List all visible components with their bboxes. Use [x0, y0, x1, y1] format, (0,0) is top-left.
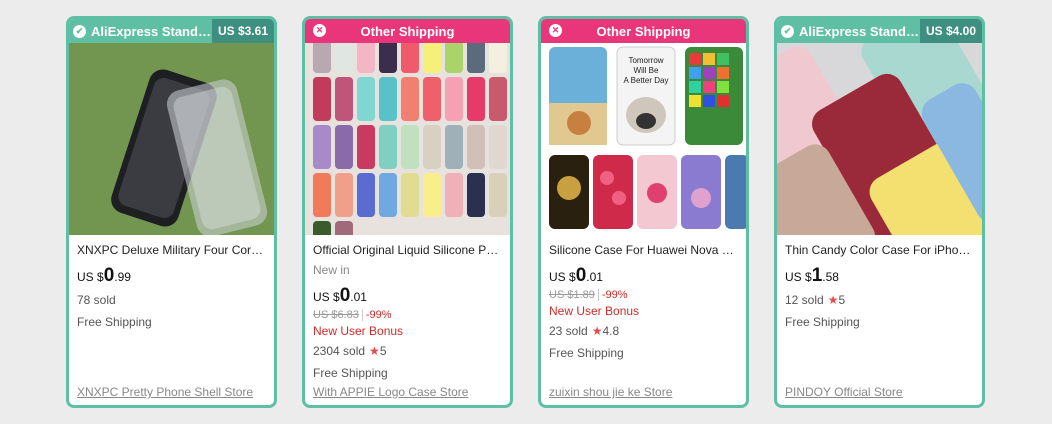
check-icon: ✔	[781, 24, 794, 38]
shipping-banner: ✔ AliExpress Standard... US $4.00	[777, 19, 982, 43]
product-title[interactable]: Silicone Case For Huawei Nova 3 ...	[549, 243, 738, 257]
image-text: Tomorrow	[628, 56, 663, 65]
star-icon: ★	[827, 293, 839, 307]
product-price: US $0.01	[549, 265, 738, 287]
rating-value: 5	[379, 344, 387, 358]
rating-value: 4.8	[602, 324, 620, 338]
product-card-4[interactable]: ✔ AliExpress Standard... US $4.00 Thin C…	[774, 16, 985, 408]
currency: US $	[549, 270, 576, 284]
product-card-3[interactable]: ✕ Other Shipping Tomorrow Will Be A Bett…	[538, 16, 749, 408]
original-price-row: US $1.89 -99%	[549, 289, 738, 301]
shipping-info: Free Shipping	[77, 315, 152, 329]
image-text: A Better Day	[624, 76, 669, 85]
shipping-banner: ✔ AliExpress Standard... US $3.61	[69, 19, 274, 43]
star-icon: ★	[591, 324, 603, 338]
price-integer: 1	[811, 265, 823, 286]
discount-percent: -99%	[597, 289, 628, 301]
original-price: US $1.89	[549, 289, 595, 301]
product-price: US $0.99	[77, 265, 266, 287]
product-image[interactable]	[305, 43, 510, 235]
price-integer: 0	[339, 285, 351, 306]
price-decimal: .01	[586, 270, 603, 284]
original-price-row: US $6.83 -99%	[313, 309, 502, 321]
check-icon: ✔	[73, 24, 86, 38]
currency: US $	[785, 270, 812, 284]
price-integer: 0	[103, 265, 115, 286]
shipping-info: Free Shipping	[549, 346, 624, 360]
shipping-price: US $4.00	[919, 19, 982, 43]
price-decimal: .01	[350, 290, 367, 304]
x-icon: ✕	[313, 24, 326, 37]
shipping-banner: ✕ Other Shipping	[541, 19, 746, 43]
x-icon: ✕	[549, 24, 562, 37]
store-link[interactable]: With APPIE Logo Case Store	[313, 385, 502, 399]
sold-count-row: 2304 sold ★5	[313, 344, 502, 358]
product-title[interactable]: XNXPC Deluxe Military Four Corn...	[77, 243, 266, 257]
product-title[interactable]: Thin Candy Color Case For iPhon...	[785, 243, 974, 257]
store-link[interactable]: XNXPC Pretty Phone Shell Store	[77, 385, 266, 399]
sold-count-row: 12 sold ★5	[785, 293, 974, 307]
store-link[interactable]: zuixin shou jie ke Store	[549, 385, 738, 399]
price-integer: 0	[575, 265, 587, 286]
new-in-label: New in	[313, 263, 350, 277]
star-icon: ★	[369, 344, 380, 358]
product-title[interactable]: Official Original Liquid Silicone Ph...	[313, 243, 502, 257]
shipping-price: US $3.61	[211, 19, 274, 43]
product-price: US $1.58	[785, 265, 974, 287]
currency: US $	[313, 290, 340, 304]
sold-count: 12 sold	[785, 293, 824, 307]
shipping-label: AliExpress Standard...	[799, 23, 920, 39]
sold-count: 2304 sold	[313, 344, 366, 358]
price-decimal: .99	[114, 270, 131, 284]
sold-count-row: 23 sold ★4.8	[549, 324, 738, 338]
original-price: US $6.83	[313, 309, 359, 321]
product-image[interactable]	[777, 43, 982, 235]
shipping-info: Free Shipping	[785, 315, 860, 329]
sold-count: 78 sold	[77, 293, 116, 307]
shipping-label: Other Shipping	[596, 23, 691, 39]
product-image[interactable]: Tomorrow Will Be A Better Day	[541, 43, 746, 235]
rating-value: 5	[838, 293, 846, 307]
price-decimal: .58	[822, 270, 839, 284]
discount-percent: -99%	[361, 309, 392, 321]
shipping-info: Free Shipping	[313, 366, 388, 380]
product-card-2[interactable]: ✕ Other Shipping Official Original Liqui…	[302, 16, 513, 408]
shipping-label: AliExpress Standard...	[91, 23, 212, 39]
new-user-bonus: New User Bonus	[313, 324, 404, 338]
store-link[interactable]: PINDOY Official Store	[785, 385, 974, 399]
currency: US $	[77, 270, 104, 284]
shipping-banner: ✕ Other Shipping	[305, 19, 510, 43]
sold-count: 23 sold	[549, 324, 588, 338]
image-text: Will Be	[634, 66, 659, 75]
shipping-label: Other Shipping	[360, 23, 455, 39]
product-image[interactable]	[69, 43, 274, 235]
new-user-bonus: New User Bonus	[549, 304, 640, 318]
product-card-1[interactable]: ✔ AliExpress Standard... US $3.61 XNXPC …	[66, 16, 277, 408]
product-price: US $0.01	[313, 285, 502, 307]
